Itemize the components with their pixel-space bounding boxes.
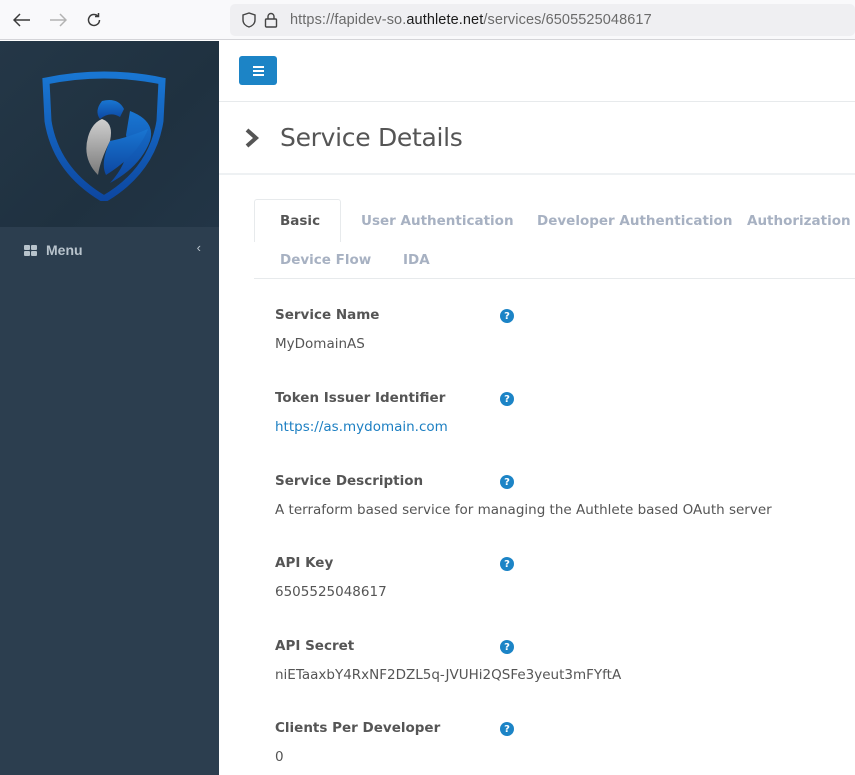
tab-bar: Basic User Authentication Developer Auth… [254,199,855,279]
field-label: API Secret [275,638,355,654]
tab-authorization[interactable]: Authorization [747,213,851,229]
arrow-left-icon [13,13,30,27]
field-label: Clients Per Developer [275,720,441,736]
tab-user-authentication[interactable]: User Authentication [361,213,514,229]
field-value: 6505525048617 [275,584,387,600]
tab-device-flow[interactable]: Device Flow [280,252,371,268]
help-icon[interactable]: ? [500,640,514,654]
field-label: Token Issuer Identifier [275,390,446,406]
menu-label: Menu [46,242,83,258]
field-value: A terraform based service for managing t… [275,502,772,518]
forward-button[interactable] [48,10,68,30]
chevron-right-icon [245,128,260,147]
field-token-issuer-identifier: Token Issuer Identifier ? https://as.myd… [275,390,835,435]
sidebar: Menu ‹ [0,41,219,775]
page-heading: Service Details [219,102,855,175]
reload-button[interactable] [84,10,104,30]
sidebar-logo-area [0,41,219,227]
url-prefix: https://fapidev-so. [290,12,407,28]
sidebar-menu-toggle[interactable]: Menu ‹ [0,227,219,273]
url-text[interactable]: https://fapidev-so.authlete.net/services… [290,12,652,28]
sidebar-toggle-button[interactable] [239,56,277,85]
issuer-link[interactable]: https://as.mydomain.com [275,419,835,435]
browser-toolbar: https://fapidev-so.authlete.net/services… [0,0,855,40]
field-api-key: API Key ? 6505525048617 [275,555,835,600]
url-path: /services/6505525048617 [483,12,652,28]
help-icon[interactable]: ? [500,309,514,323]
field-value: niETaaxbY4RxNF2DZL5q-JVUHi2QSFe3yeut3mFY… [275,667,622,683]
field-label: API Key [275,555,334,571]
page-title: Service Details [280,123,463,152]
grid-icon [24,244,37,256]
tab-ida[interactable]: IDA [403,252,430,268]
tab-basic[interactable]: Basic [254,199,342,242]
field-value: 0 [275,749,284,765]
back-button[interactable] [12,10,32,30]
hamburger-icon [252,65,264,68]
reload-icon [87,13,101,27]
field-value: MyDomainAS [275,336,365,352]
url-host: authlete.net [406,12,484,28]
address-bar[interactable]: https://fapidev-so.authlete.net/services… [230,4,855,36]
chevron-left-icon[interactable]: ‹ [197,240,201,255]
field-service-description: Service Description ? A terraform based … [275,473,835,518]
help-icon[interactable]: ? [500,722,514,736]
help-icon[interactable]: ? [500,475,514,489]
help-icon[interactable]: ? [500,557,514,571]
tab-developer-authentication[interactable]: Developer Authentication [537,213,732,229]
field-clients-per-developer: Clients Per Developer ? 0 [275,720,835,765]
authlete-eagle-shield-logo [42,71,166,201]
field-label: Service Description [275,473,424,489]
field-label: Service Name [275,307,380,323]
top-navbar [219,41,855,102]
arrow-right-icon [50,13,67,27]
field-api-secret: API Secret ? niETaaxbY4RxNF2DZL5q-JVUHi2… [275,638,835,683]
help-icon[interactable]: ? [500,392,514,406]
shield-icon[interactable] [240,11,258,29]
lock-icon[interactable] [262,11,280,29]
field-service-name: Service Name ? MyDomainAS [275,307,835,352]
